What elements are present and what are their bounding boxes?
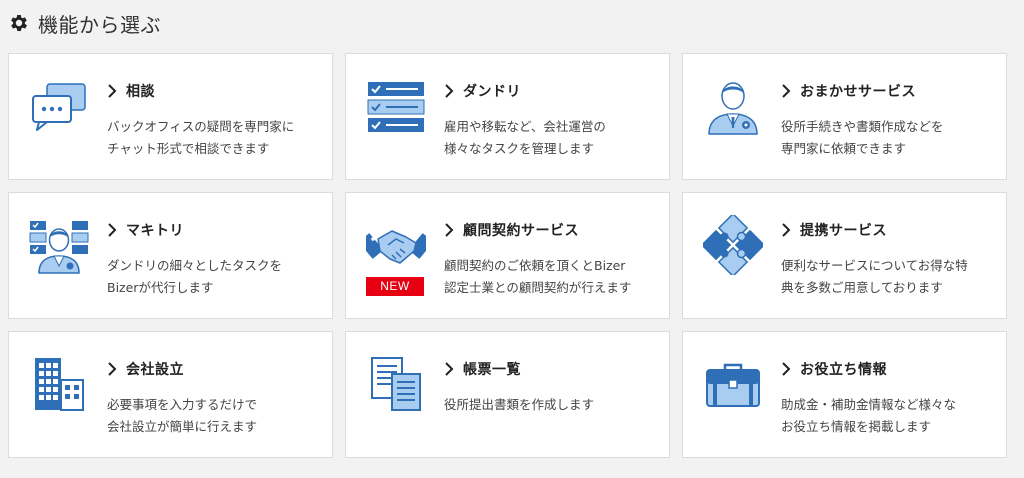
card-description: バックオフィスの疑問を専門家に チャット形式で相談できます <box>107 119 295 156</box>
card-title: 提携サービス <box>800 223 887 239</box>
card-title: 帳票一覧 <box>463 362 521 378</box>
new-badge: NEW <box>366 277 424 296</box>
building-icon <box>35 358 84 411</box>
card-title: 会社設立 <box>126 362 184 378</box>
chevron-right-icon <box>782 84 791 98</box>
card-description: 必要事項を入力するだけで 会社設立が簡単に行えます <box>107 397 258 434</box>
handshake-icon <box>366 230 426 264</box>
card-description: ダンドリの細々としたタスクを Bizerが代行します <box>107 258 283 295</box>
feature-card-incorporation[interactable]: 会社設立 必要事項を入力するだけで 会社設立が簡単に行えます <box>8 331 333 458</box>
chevron-right-icon <box>108 223 117 237</box>
gear-icon <box>11 15 27 31</box>
card-title: おまかせサービス <box>800 84 916 100</box>
chevron-right-icon <box>108 84 117 98</box>
expert-person-icon <box>708 82 758 135</box>
card-title: 相談 <box>126 84 155 100</box>
card-title: 顧問契約サービス <box>463 223 579 239</box>
card-description: 役所手続きや書類作成などを 専門家に依頼できます <box>781 119 944 156</box>
feature-card-makitori[interactable]: マキトリ ダンドリの細々としたタスクを Bizerが代行します <box>8 192 333 319</box>
chevron-right-icon <box>445 362 454 376</box>
card-description: 便利なサービスについてお得な特 典を多数ご用意しております <box>781 258 968 295</box>
chevron-right-icon <box>108 362 117 376</box>
card-description: 役所提出書類を作成します <box>444 397 595 412</box>
feature-card-consult[interactable]: 相談 バックオフィスの疑問を専門家に チャット形式で相談できます <box>8 53 333 180</box>
card-title: マキトリ <box>126 223 184 239</box>
feature-card-omakase[interactable]: おまかせサービス 役所手続きや書類作成などを 専門家に依頼できます <box>682 53 1007 180</box>
chevron-right-icon <box>782 362 791 376</box>
feature-card-advisory[interactable]: NEW 顧問契約サービス 顧問契約のご依頼を頂くとBizer 認定士業との顧問契… <box>345 192 670 319</box>
chevron-right-icon <box>782 223 791 237</box>
page-title: 機能から選ぶ <box>38 12 161 37</box>
card-title: ダンドリ <box>463 84 521 100</box>
chat-bubbles-icon <box>32 83 86 131</box>
feature-card-useful-info[interactable]: お役立ち情報 助成金・補助金情報など様々な お役立ち情報を掲載します <box>682 331 1007 458</box>
person-checklist-icon <box>29 221 89 274</box>
checklist-icon <box>367 82 425 132</box>
feature-card-partner[interactable]: 提携サービス 便利なサービスについてお得な特 典を多数ご用意しております <box>682 192 1007 319</box>
feature-grid: 相談 バックオフィスの疑問を専門家に チャット形式で相談できます ダンドリ 雇用… <box>8 53 1007 458</box>
section-header: 機能から選ぶ <box>8 6 161 40</box>
chevron-right-icon <box>445 84 454 98</box>
card-description: 助成金・補助金情報など様々な お役立ち情報を掲載します <box>781 397 957 434</box>
feature-card-forms[interactable]: 帳票一覧 役所提出書類を作成します <box>345 331 670 458</box>
feature-card-dandori[interactable]: ダンドリ 雇用や移転など、会社運営の 様々なタスクを管理します <box>345 53 670 180</box>
card-title: お役立ち情報 <box>800 362 887 378</box>
briefcase-icon <box>706 363 760 407</box>
puzzle-icon <box>703 215 763 275</box>
documents-icon <box>371 357 421 411</box>
card-description: 雇用や移転など、会社運営の 様々なタスクを管理します <box>444 119 606 156</box>
card-description: 顧問契約のご依頼を頂くとBizer 認定士業との顧問契約が行えます <box>444 258 632 295</box>
chevron-right-icon <box>445 223 454 237</box>
